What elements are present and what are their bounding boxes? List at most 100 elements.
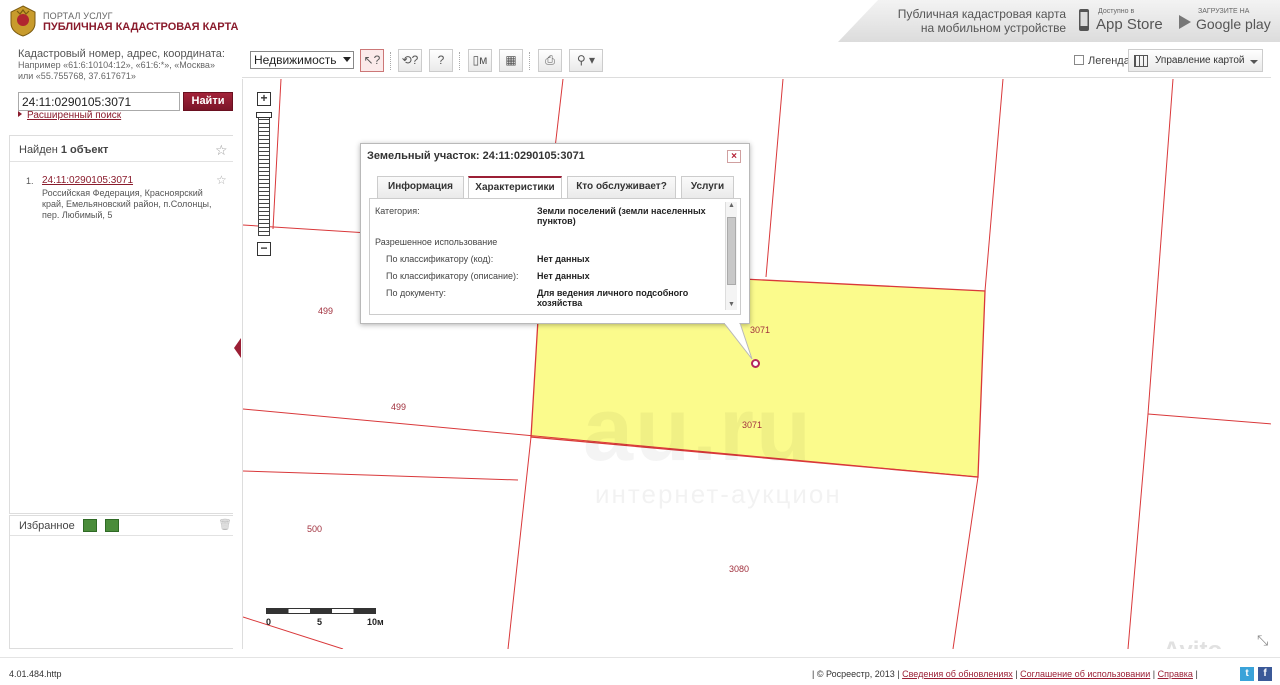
watermark-subtitle: интернет-аукцион — [595, 479, 842, 509]
prop-value: Для ведения личного подсобного хозяйства — [537, 288, 689, 308]
area-identify-icon[interactable]: ⟲? — [398, 49, 422, 72]
favorites-header: Избранное — [10, 516, 233, 536]
tab-services[interactable]: Услуги — [681, 176, 734, 198]
chevron-down-icon — [1250, 60, 1258, 64]
footer-sep: | — [1152, 669, 1156, 679]
toolbar-separator — [390, 52, 391, 70]
print-icon[interactable]: ⎙ — [538, 49, 562, 72]
trash-icon[interactable]: 🗑 — [218, 518, 232, 531]
zoom-slider-handle[interactable] — [256, 112, 272, 118]
tab-characteristics[interactable]: Характеристики — [468, 176, 562, 199]
gplay-small: ЗАГРУЗИТЕ НА — [1198, 8, 1250, 15]
prop-label: Разрешенное использование — [375, 237, 498, 247]
scrollbar-thumb[interactable] — [727, 217, 736, 285]
facebook-icon[interactable]: f — [1258, 667, 1272, 681]
result-star-icon[interactable]: ☆ — [216, 173, 227, 187]
advanced-search-link[interactable]: Расширенный поиск — [27, 110, 121, 121]
link-icon[interactable]: ⚲ ▾ — [569, 49, 603, 72]
scale-label: 0 — [266, 617, 272, 627]
tab-content: Категория: Земли поселений (земли населе… — [369, 198, 741, 315]
mobile-text-line2: на мобильном устройстве — [920, 21, 1066, 35]
gplay-big: Google play — [1196, 16, 1271, 32]
mobile-banner-text: Публичная кадастровая карта на мобильном… — [870, 7, 1066, 35]
found-header: Найден 1 объект — [10, 136, 233, 162]
phone-icon — [1079, 9, 1089, 31]
search-button[interactable]: Найти — [183, 92, 233, 111]
zoom-out-button[interactable]: − — [257, 242, 271, 256]
prop-value: Нет данных — [537, 254, 590, 264]
terms-link[interactable]: Соглашение об использовании — [1020, 669, 1150, 679]
close-icon[interactable]: × — [727, 150, 741, 163]
parcel-label[interactable]: 499 — [391, 402, 406, 412]
prop-label: Категория: — [375, 206, 420, 216]
tab-information[interactable]: Информация — [377, 176, 464, 198]
layer-select[interactable]: Недвижимость — [250, 51, 354, 69]
zoom-control[interactable]: + − — [256, 92, 273, 258]
parcel-label[interactable]: 3080 — [729, 564, 749, 574]
identify-tool-icon[interactable]: ↖? — [360, 49, 384, 72]
found-prefix: Найден — [19, 144, 61, 156]
result-number: 1. — [26, 176, 34, 186]
excel-import-icon[interactable] — [83, 519, 97, 532]
app-title[interactable]: ПУБЛИЧНАЯ КАДАСТРОВАЯ КАРТА — [43, 21, 238, 33]
result-address: Российская Федерация, Красноярский край,… — [42, 188, 212, 220]
zoom-slider[interactable] — [258, 112, 270, 236]
popup-title: Земельный участок: 24:11:0290105:3071 — [367, 150, 585, 162]
header: ПОРТАЛ УСЛУГ ПУБЛИЧНАЯ КАДАСТРОВАЯ КАРТА… — [0, 0, 1280, 42]
parcel-info-popup: Земельный участок: 24:11:0290105:3071 × … — [360, 143, 750, 324]
footer: 4.01.484.http | © Росреестр, 2013 | Свед… — [0, 657, 1280, 685]
zoom-in-button[interactable]: + — [257, 92, 271, 106]
tab-who-serves[interactable]: Кто обслуживает? — [567, 176, 676, 198]
map-control-label: Управление картой — [1155, 55, 1245, 66]
prop-label: По классификатору (код): — [386, 254, 494, 264]
prop-value: Нет данных — [537, 271, 590, 281]
map-pin-icon[interactable] — [751, 359, 760, 368]
popup-pointer — [724, 323, 753, 360]
legend-checkbox[interactable] — [1074, 55, 1084, 65]
scale-label: 10м — [367, 617, 384, 627]
search-input[interactable] — [18, 92, 180, 111]
resize-icon[interactable]: ⤡ — [1257, 632, 1268, 649]
updates-link[interactable]: Сведения об обновлениях — [902, 669, 1013, 679]
scale-label: 5 — [317, 617, 323, 627]
parcel-label[interactable]: 3071 — [742, 420, 762, 430]
toolbar-separator — [459, 52, 460, 70]
footer-sep: | — [1015, 669, 1018, 679]
scale-bar — [266, 608, 376, 614]
parcel-label[interactable]: 500 — [307, 524, 322, 534]
footer-links: | © Росреестр, 2013 | Сведения об обновл… — [812, 669, 1198, 679]
scroll-down-icon[interactable]: ▼ — [728, 301, 735, 308]
info-tool-icon[interactable]: ? — [429, 49, 453, 72]
measure-area-icon[interactable]: ▦ — [499, 49, 523, 72]
results-panel: Найден 1 объект ☆ 1. 24:11:0290105:3071 … — [9, 135, 233, 514]
prop-label: По классификатору (описание): — [386, 271, 519, 281]
emblem-icon[interactable] — [8, 5, 38, 37]
measure-icon[interactable]: ▯м — [468, 49, 492, 72]
help-link[interactable]: Справка — [1158, 669, 1193, 679]
twitter-icon[interactable]: t — [1240, 667, 1254, 681]
star-icon[interactable]: ☆ — [215, 142, 228, 159]
advanced-arrow-icon — [18, 111, 22, 117]
play-icon — [1179, 15, 1191, 29]
toolbar-separator — [529, 52, 530, 70]
result-cadastral-link[interactable]: 24:11:0290105:3071 — [42, 175, 133, 186]
google-play-button[interactable]: ЗАГРУЗИТЕ НА Google play — [1174, 6, 1274, 36]
scroll-up-icon[interactable]: ▲ — [728, 202, 735, 209]
portal-label[interactable]: ПОРТАЛ УСЛУГ — [43, 11, 113, 21]
version-label: 4.01.484.http — [9, 669, 62, 679]
appstore-small: Доступно в — [1098, 8, 1135, 15]
excel-export-icon[interactable] — [105, 519, 119, 532]
collapse-panel-icon[interactable] — [234, 338, 241, 358]
mobile-text-line1: Публичная кадастровая карта — [897, 7, 1066, 21]
watermark: au.ru — [583, 379, 813, 482]
chevron-down-icon — [343, 57, 351, 62]
appstore-big: App Store — [1096, 16, 1163, 33]
map-control-dropdown[interactable]: Управление картой — [1128, 49, 1263, 72]
prop-label: По документу: — [386, 288, 447, 298]
parcel-label[interactable]: 499 — [318, 306, 333, 316]
appstore-button[interactable]: Доступно в App Store — [1076, 6, 1170, 36]
search-hint: Кадастровый номер, адрес, координата: — [18, 48, 225, 60]
legend-label[interactable]: Легенда — [1088, 55, 1130, 67]
left-panel: Кадастровый номер, адрес, координата: На… — [9, 42, 233, 649]
copyright: | © Росреестр, 2013 | — [812, 669, 900, 679]
